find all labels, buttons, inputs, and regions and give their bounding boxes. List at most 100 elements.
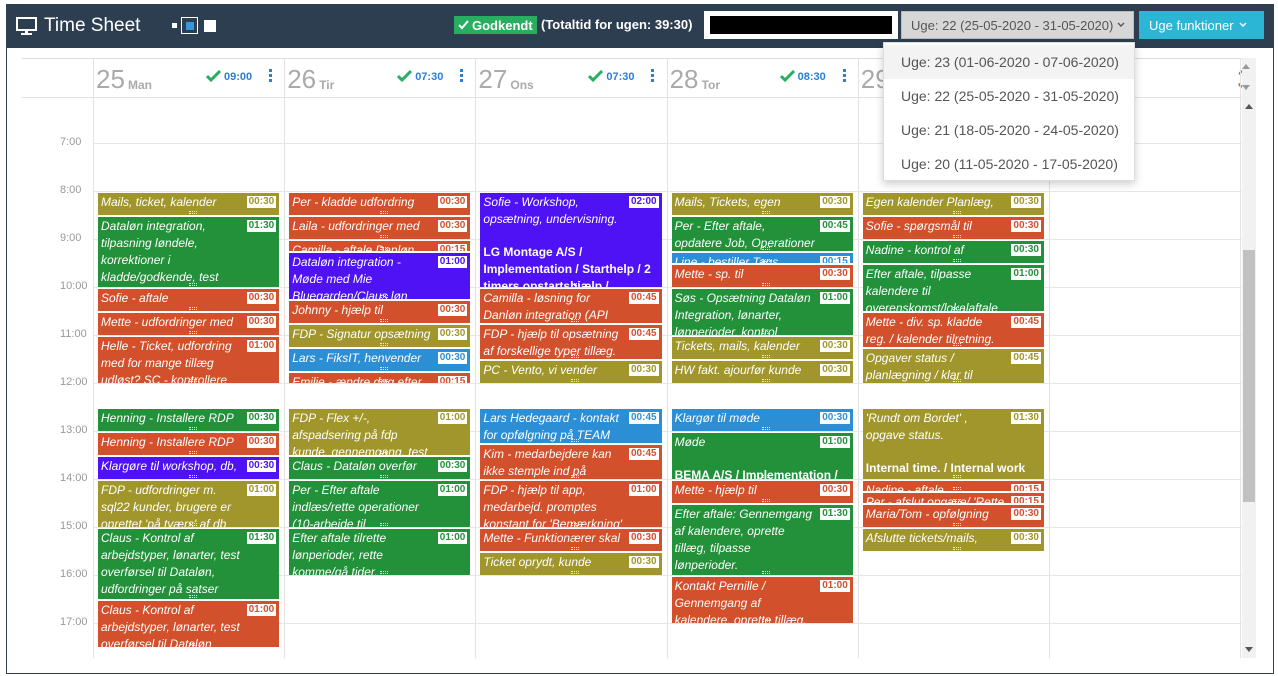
time-entry[interactable]: Kontakt Pernille / Gennemgang af kalende… <box>671 577 853 623</box>
resize-handle[interactable] <box>379 475 388 478</box>
time-entry[interactable]: Lars - FiksIT, henvender 00:30 <box>289 349 471 371</box>
time-entry[interactable]: FDP - udfordringer m. sql22 kunder, brug… <box>98 481 280 527</box>
resize-handle[interactable] <box>188 427 197 430</box>
time-entry[interactable]: Mette - Funktionærer skal 00:30 <box>480 529 662 551</box>
time-entry[interactable]: FDP - hjælp til opsætning af forskellige… <box>480 325 662 359</box>
time-entry[interactable]: FDP - hjælp til app, medarbejd. promptes… <box>480 481 662 527</box>
time-entry[interactable]: Klargør til møde 00:30 <box>671 409 853 431</box>
resize-handle[interactable] <box>570 355 579 358</box>
resize-handle[interactable] <box>953 211 962 214</box>
time-entry[interactable]: Opgaver status / planlægning / klar til 0… <box>862 349 1044 383</box>
week-option[interactable]: Uge: 21 (18-05-2020 - 24-05-2020) <box>884 113 1134 147</box>
time-entry[interactable]: Lars Hedegaard - kontakt for opfølgning … <box>480 409 662 443</box>
week-option[interactable]: Uge: 20 (11-05-2020 - 17-05-2020) <box>884 147 1134 181</box>
time-entry[interactable]: Efter aftale tilrette lønperioder, rette… <box>289 529 471 575</box>
scroll-up-arrow[interactable] <box>1245 104 1253 109</box>
time-entry[interactable]: Søs - Opsætning Dataløn Integration, løn… <box>671 289 853 335</box>
scroll-down-arrow[interactable] <box>1245 647 1253 652</box>
time-entry[interactable]: Emilie - ændre døg efter 00:15 <box>289 373 471 383</box>
time-entry[interactable]: FDP - Signatur opsætning 00:30 <box>289 325 471 347</box>
resize-handle[interactable] <box>379 451 388 454</box>
resize-handle[interactable] <box>570 319 579 322</box>
resize-handle[interactable] <box>379 235 388 238</box>
time-entry[interactable]: Johnny - hjælp til 00:30 <box>289 301 471 323</box>
resize-handle[interactable] <box>188 523 197 526</box>
time-entry[interactable]: Mails, ticket, kalender 00:30 <box>98 193 280 215</box>
time-entry[interactable]: Egen kalender Planlæg, 00:30 <box>862 193 1044 215</box>
resize-handle[interactable] <box>570 547 579 550</box>
resize-handle[interactable] <box>762 283 771 286</box>
time-entry[interactable]: Sofie - spørgsmål til 00:30 <box>862 217 1044 239</box>
time-entry[interactable]: 'Rundt om Bordet' , opgave status. Intern… <box>862 409 1044 479</box>
resize-handle[interactable] <box>953 523 962 526</box>
time-entry[interactable]: Sofie - Workshop, opsætning, undervisnin… <box>480 193 662 287</box>
time-entry[interactable]: FDP - Flex +/-, afspadsering på fdp kund… <box>289 409 471 455</box>
resize-handle[interactable] <box>379 343 388 346</box>
resize-handle[interactable] <box>762 247 771 250</box>
time-entry[interactable]: Claus - Kontrol af arbejdstyper, lønarte… <box>98 529 280 599</box>
resize-handle[interactable] <box>188 379 197 382</box>
day-menu-icon[interactable] <box>842 69 847 82</box>
time-entry[interactable]: Maria/Tom - opfølgning 00:30 <box>862 505 1044 527</box>
time-entry[interactable]: Per - Efter aftale indlæs/rette operatio… <box>289 481 471 527</box>
time-entry[interactable]: Kim - medarbejdere kan ikke stemple ind … <box>480 445 662 479</box>
time-entry[interactable]: Mette - div. sp. kladde reg. / kalender … <box>862 313 1044 347</box>
time-entry[interactable]: Nadine - kontrol af 00:30 <box>862 241 1044 263</box>
resize-handle[interactable] <box>379 523 388 526</box>
resize-handle[interactable] <box>570 475 579 478</box>
resize-handle[interactable] <box>379 367 388 370</box>
view-medium-button[interactable] <box>181 17 198 34</box>
resize-handle[interactable] <box>188 475 197 478</box>
day-menu-icon[interactable] <box>460 69 464 82</box>
calendar-scrollbar[interactable] <box>1242 58 1256 658</box>
resize-handle[interactable] <box>570 523 579 526</box>
resize-handle[interactable] <box>762 571 771 574</box>
resize-handle[interactable] <box>762 499 771 502</box>
time-entry[interactable]: Sofie - aftale 00:30 <box>98 289 280 311</box>
time-entry[interactable]: Per - kladde udfordring 00:30 <box>289 193 471 215</box>
resize-handle[interactable] <box>953 343 962 346</box>
time-entry[interactable]: Per - Efter aftale, opdatere Job, Operat… <box>671 217 853 251</box>
resize-handle[interactable] <box>379 211 388 214</box>
resize-handle[interactable] <box>188 643 197 646</box>
resize-handle[interactable] <box>762 211 771 214</box>
time-entry[interactable]: Camilla - løsning for Danløn integration… <box>480 289 662 323</box>
time-entry[interactable]: Afslutte tickets/mails, 00:30 <box>862 529 1044 551</box>
resize-handle[interactable] <box>570 379 579 382</box>
resize-handle[interactable] <box>953 379 962 382</box>
day-menu-icon[interactable] <box>269 69 273 82</box>
resize-handle[interactable] <box>188 307 197 310</box>
time-entry[interactable]: Møde BEMA A/S / Implementation /01:00 <box>671 433 853 479</box>
time-entry[interactable]: Nadine - aftale 00:15 <box>862 481 1044 491</box>
week-select[interactable]: Uge: 22 (25-05-2020 - 31-05-2020) <box>901 11 1134 39</box>
resize-handle[interactable] <box>188 331 197 334</box>
time-entry[interactable]: Per - afslut opgave/ 'Rette 00:15 <box>862 493 1044 503</box>
resize-handle[interactable] <box>379 319 388 322</box>
resize-handle[interactable] <box>953 259 962 262</box>
resize-handle[interactable] <box>953 235 962 238</box>
resize-handle[interactable] <box>188 451 197 454</box>
resize-handle[interactable] <box>188 283 197 286</box>
resize-handle[interactable] <box>762 379 771 382</box>
time-entry[interactable]: PC - Vento, vi vender 00:30 <box>480 361 662 383</box>
time-entry[interactable]: Henning - Installere RDP 00:30 <box>98 433 280 455</box>
time-entry[interactable]: Line - bestiller Tags 00:15 <box>671 253 853 263</box>
time-entry[interactable]: Tickets, mails, kalender 00:30 <box>671 337 853 359</box>
resize-handle[interactable] <box>570 439 579 442</box>
time-entry[interactable]: Laila - udfordringer med 00:30 <box>289 217 471 239</box>
resize-handle[interactable] <box>953 487 962 490</box>
resize-handle[interactable] <box>953 475 962 478</box>
time-entry[interactable]: Helle - Ticket, udfordring med for mange… <box>98 337 280 383</box>
resize-handle[interactable] <box>379 379 388 382</box>
resize-handle[interactable] <box>188 595 197 598</box>
header-scroll-arrows[interactable] <box>1241 62 1251 92</box>
redacted-input[interactable] <box>704 11 898 39</box>
resize-handle[interactable] <box>762 427 771 430</box>
time-entry[interactable]: Efter aftale, tilpasse kalendere til ove… <box>862 265 1044 311</box>
time-entry[interactable]: Klargøre til workshop, db, 00:30 <box>98 457 280 479</box>
resize-handle[interactable] <box>379 247 388 250</box>
scroll-thumb[interactable] <box>1243 250 1255 502</box>
resize-handle[interactable] <box>953 547 962 550</box>
resize-handle[interactable] <box>762 619 771 622</box>
time-entry[interactable]: Camilla - aftale Danløn 00:15 <box>289 241 471 251</box>
